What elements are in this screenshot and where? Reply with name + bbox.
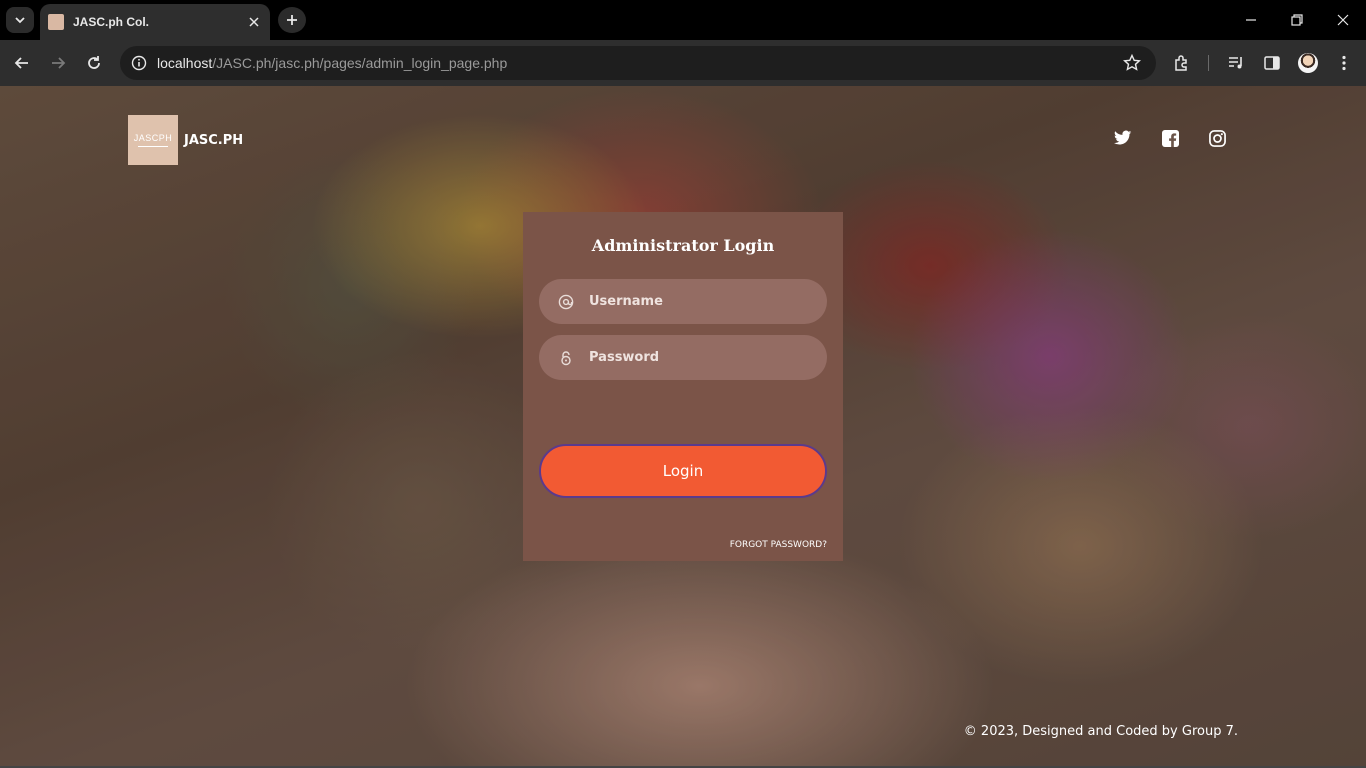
new-tab-button[interactable]	[278, 7, 306, 33]
address-bar[interactable]: localhost/JASC.ph/jasc.ph/pages/admin_lo…	[120, 46, 1156, 80]
menu-kebab-icon[interactable]	[1334, 53, 1354, 73]
minimize-button[interactable]	[1228, 6, 1274, 34]
facebook-icon[interactable]	[1161, 129, 1179, 147]
restore-icon	[1291, 14, 1303, 26]
brand-logo-underline	[138, 146, 168, 147]
toolbar-divider	[1208, 55, 1209, 71]
password-input[interactable]	[589, 350, 809, 365]
browser-toolbar: localhost/JASC.ph/jasc.ph/pages/admin_lo…	[0, 40, 1366, 86]
back-button[interactable]	[8, 49, 36, 77]
chevron-down-icon	[15, 17, 25, 24]
side-panel-icon[interactable]	[1262, 53, 1282, 73]
bookmark-star-icon[interactable]	[1122, 53, 1142, 73]
url-path: /JASC.ph/jasc.ph/pages/admin_login_page.…	[212, 55, 508, 71]
media-control-icon[interactable]	[1226, 53, 1246, 73]
close-window-button[interactable]	[1320, 6, 1366, 34]
tab-search-button[interactable]	[6, 7, 34, 33]
lock-icon	[557, 349, 575, 367]
tab-favicon	[48, 14, 64, 30]
twitter-icon[interactable]	[1114, 129, 1132, 147]
login-title: Administrator Login	[591, 236, 775, 255]
tab-close-button[interactable]	[246, 14, 262, 30]
close-icon	[1337, 14, 1349, 26]
arrow-right-icon	[52, 57, 66, 69]
at-sign-icon	[557, 293, 575, 311]
profile-avatar[interactable]	[1298, 53, 1318, 73]
reload-icon	[88, 56, 100, 69]
password-field[interactable]	[539, 335, 827, 380]
brand-logo-text: JASCPH	[133, 133, 173, 143]
tab-strip: JASC.ph Col.	[0, 0, 1366, 40]
arrow-left-icon	[14, 57, 28, 69]
extensions-icon[interactable]	[1172, 53, 1192, 73]
brand-name: JASC.PH	[184, 132, 244, 148]
minimize-icon	[1246, 19, 1256, 21]
login-card: Administrator Login Login FORGOT PASSWOR…	[523, 212, 843, 561]
close-icon	[249, 17, 259, 27]
forgot-password-link[interactable]: FORGOT PASSWORD?	[730, 540, 827, 550]
site-info-icon[interactable]	[130, 54, 148, 72]
reload-button[interactable]	[80, 49, 108, 77]
username-input[interactable]	[589, 294, 809, 309]
plus-icon	[287, 15, 297, 25]
tab-title: JASC.ph Col.	[73, 15, 150, 29]
brand-logo: JASCPH	[128, 115, 178, 165]
instagram-icon[interactable]	[1208, 129, 1226, 147]
forward-button[interactable]	[44, 49, 72, 77]
login-button[interactable]: Login	[539, 444, 827, 498]
url-host: localhost	[157, 55, 213, 71]
footer-credit: © 2023, Designed and Coded by Group 7.	[963, 724, 1238, 739]
browser-tab[interactable]: JASC.ph Col.	[40, 4, 270, 40]
brand[interactable]: JASCPH JASC.PH	[128, 115, 243, 165]
login-page: JASCPH JASC.PH Administrator Login Login…	[0, 86, 1366, 768]
restore-button[interactable]	[1274, 6, 1320, 34]
username-field[interactable]	[539, 279, 827, 324]
